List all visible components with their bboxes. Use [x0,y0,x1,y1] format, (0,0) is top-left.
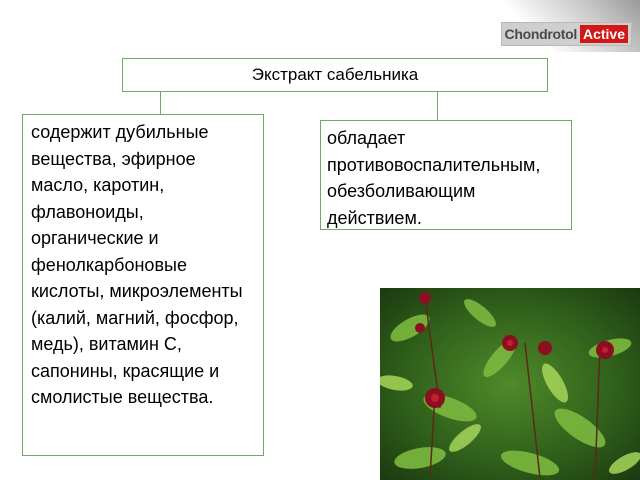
connector-right [437,90,438,122]
composition-box: содержит дубильные вещества, эфирное мас… [22,114,264,456]
brand-logo: Chondrotol Active [500,22,632,46]
action-box: обладает противовоспалительным, обезболи… [320,120,572,230]
brand-logo-badge: Active [579,25,628,43]
brand-logo-name: Chondrotol [504,26,578,42]
diagram-title-box: Экстракт сабельника [122,58,548,92]
plant-photo [380,288,640,480]
